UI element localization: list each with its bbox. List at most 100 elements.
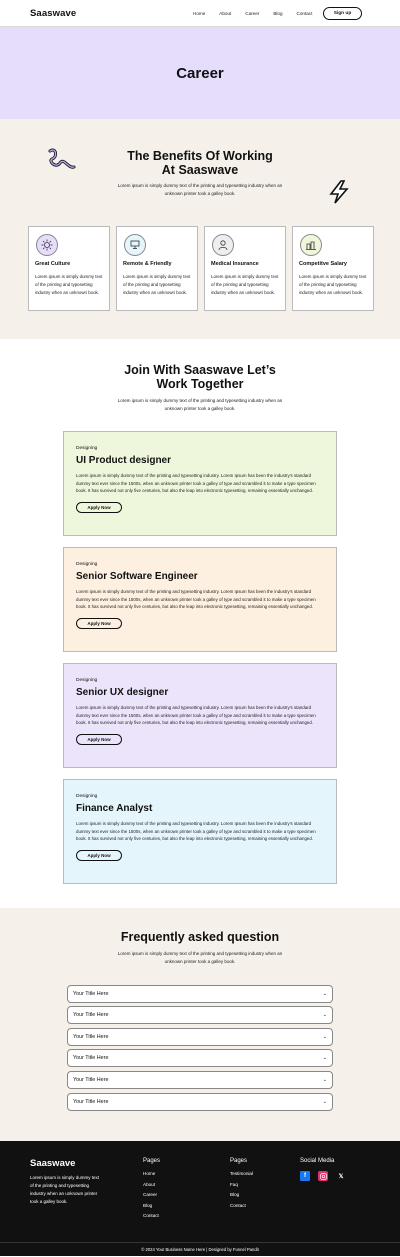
faq-item-title: Your Title Here xyxy=(73,991,109,997)
x-icon[interactable]: 𝕏 xyxy=(336,1171,346,1181)
job-card: Designing Senior Software Engineer Lorem… xyxy=(63,547,337,652)
faq-item[interactable]: Your Title Here ⌄ xyxy=(67,1028,333,1046)
benefit-cards: Great Culture Lorem ipsum is simply dumm… xyxy=(28,226,374,311)
benefits-title-line2: At Saaswave xyxy=(161,162,239,177)
jobs-section: Join With Saaswave Let’s Work Together L… xyxy=(0,339,400,908)
benefit-card-text: Lorem ipsum is simply dummy text of the … xyxy=(211,274,279,295)
footer-description: Lorem ipsum is simply dummy text of the … xyxy=(30,1175,100,1204)
footer-link-contact[interactable]: Contact xyxy=(143,1213,160,1218)
benefit-card-title: Great Culture xyxy=(35,261,71,267)
copyright-text: © 2024 Your Business Name Here | Designe… xyxy=(0,1242,400,1254)
job-tag: Designing xyxy=(76,678,98,683)
chevron-down-icon: ⌄ xyxy=(322,1099,327,1105)
chevron-down-icon: ⌄ xyxy=(322,1012,327,1018)
job-title: Finance Analyst xyxy=(76,803,153,814)
job-title: UI Product designer xyxy=(76,455,172,466)
chevron-down-icon: ⌄ xyxy=(322,1055,327,1061)
faq-item[interactable]: Your Title Here ⌄ xyxy=(67,1049,333,1067)
footer: Saaswave Lorem ipsum is simply dummy tex… xyxy=(0,1141,400,1256)
faq-item[interactable]: Your Title Here ⌄ xyxy=(67,985,333,1003)
benefit-card-title: Competitve Salary xyxy=(299,261,347,267)
job-description: Lorem ipsum is simply dummy text of the … xyxy=(76,589,316,610)
footer-social-column: Social Media f 𝕏 xyxy=(300,1158,346,1187)
faq-item-title: Your Title Here xyxy=(73,1034,109,1040)
benefit-card-text: Lorem ipsum is simply dummy text of the … xyxy=(35,274,103,295)
footer-col-title: Pages xyxy=(230,1158,248,1164)
job-title: Senior Software Engineer xyxy=(76,571,198,582)
nav-link-contact[interactable]: Contact xyxy=(297,11,313,16)
chevron-down-icon: ⌄ xyxy=(322,1034,327,1040)
job-description: Lorem ipsum is simply dummy text of the … xyxy=(76,473,316,494)
jobs-title-line2: Work Together xyxy=(156,376,244,391)
footer-col-title: Pages xyxy=(143,1158,161,1164)
faq-section: Frequently asked question Lorem ipsum is… xyxy=(0,908,400,1141)
footer-link-career[interactable]: Career xyxy=(143,1192,160,1197)
instagram-icon[interactable] xyxy=(318,1171,328,1181)
social-icons: f 𝕏 xyxy=(300,1171,346,1181)
remote-icon xyxy=(124,234,146,256)
page-title: Career xyxy=(176,64,224,82)
job-card: Designing Senior UX designer Lorem ipsum… xyxy=(63,663,337,768)
faq-item-title: Your Title Here xyxy=(73,1077,109,1083)
benefits-title-line1: The Benefits Of Working xyxy=(127,149,273,163)
footer-col-title: Social Media xyxy=(300,1158,335,1164)
faq-item[interactable]: Your Title Here ⌄ xyxy=(67,1093,333,1111)
faq-item-title: Your Title Here xyxy=(73,1099,109,1105)
footer-brand: Saaswave xyxy=(30,1158,76,1169)
benefit-card-title: Remote & Friendly xyxy=(123,261,172,267)
culture-icon xyxy=(36,234,58,256)
nav-link-about[interactable]: About xyxy=(219,11,231,16)
salary-icon xyxy=(300,234,322,256)
benefit-card: Remote & Friendly Lorem ipsum is simply … xyxy=(116,226,198,311)
footer-link-about[interactable]: About xyxy=(143,1182,160,1187)
footer-pages-column-2: Pages Testimonial Faq Blog Contact xyxy=(230,1158,253,1213)
footer-pages-column: Pages Home About Career Blog Contact xyxy=(143,1158,160,1224)
nav-link-blog[interactable]: Blog xyxy=(273,11,282,16)
job-tag: Designing xyxy=(76,794,98,799)
job-description: Lorem ipsum is simply dummy text of the … xyxy=(76,705,316,726)
benefit-card: Great Culture Lorem ipsum is simply dumm… xyxy=(28,226,110,311)
lightning-decoration-icon xyxy=(329,180,349,204)
jobs-subtitle: Lorem ipsum is simply dummy text of the … xyxy=(117,398,283,411)
nav-link-home[interactable]: Home xyxy=(193,11,205,16)
jobs-title-line1: Join With Saaswave Let’s xyxy=(124,363,276,377)
benefit-card-title: Medical Insurance xyxy=(211,261,259,267)
job-description: Lorem ipsum is simply dummy text of the … xyxy=(76,821,316,842)
benefit-card: Medical Insurance Lorem ipsum is simply … xyxy=(204,226,286,311)
footer-link-blog[interactable]: Blog xyxy=(143,1203,160,1208)
chevron-down-icon: ⌄ xyxy=(322,1077,327,1083)
benefit-card: Competitve Salary Lorem ipsum is simply … xyxy=(292,226,374,311)
footer-link-testimonial[interactable]: Testimonial xyxy=(230,1171,253,1176)
apply-now-button[interactable]: Apply Now xyxy=(76,733,122,745)
faq-title: Frequently asked question xyxy=(120,930,280,944)
faq-subtitle: Lorem ipsum is simply dummy text of the … xyxy=(117,951,283,964)
benefits-subtitle: Lorem ipsum is simply dummy text of the … xyxy=(117,183,283,196)
footer-link-faq[interactable]: Faq xyxy=(230,1182,253,1187)
brand-logo[interactable]: Saaswave xyxy=(30,8,76,19)
chevron-down-icon: ⌄ xyxy=(322,991,327,997)
benefits-title: The Benefits Of Working At Saaswave xyxy=(0,149,400,177)
apply-now-button[interactable]: Apply Now xyxy=(76,849,122,861)
footer-link-blog[interactable]: Blog xyxy=(230,1192,253,1197)
nav-link-career[interactable]: Career xyxy=(245,11,259,16)
hero-banner: Career xyxy=(0,26,400,119)
apply-now-button[interactable]: Apply Now xyxy=(76,501,122,513)
job-tag: Designing xyxy=(76,562,98,567)
footer-link-contact[interactable]: Contact xyxy=(230,1203,253,1208)
benefit-card-text: Lorem ipsum is simply dummy text of the … xyxy=(123,274,191,295)
jobs-title: Join With Saaswave Let’s Work Together xyxy=(0,363,400,391)
footer-link-home[interactable]: Home xyxy=(143,1171,160,1176)
nav-links: Home About Career Blog Contact xyxy=(193,0,326,26)
apply-now-button[interactable]: Apply Now xyxy=(76,617,122,629)
job-tag: Designing xyxy=(76,446,98,451)
signup-button[interactable]: Sign up xyxy=(323,7,362,20)
faq-item-title: Your Title Here xyxy=(73,1055,109,1061)
job-title: Senior UX designer xyxy=(76,687,169,698)
facebook-icon[interactable]: f xyxy=(300,1171,310,1181)
job-card: Designing UI Product designer Lorem ipsu… xyxy=(63,431,337,536)
faq-item[interactable]: Your Title Here ⌄ xyxy=(67,1071,333,1089)
benefits-section: The Benefits Of Working At Saaswave Lore… xyxy=(0,119,400,339)
faq-item[interactable]: Your Title Here ⌄ xyxy=(67,1006,333,1024)
medical-icon xyxy=(212,234,234,256)
faq-item-title: Your Title Here xyxy=(73,1012,109,1018)
